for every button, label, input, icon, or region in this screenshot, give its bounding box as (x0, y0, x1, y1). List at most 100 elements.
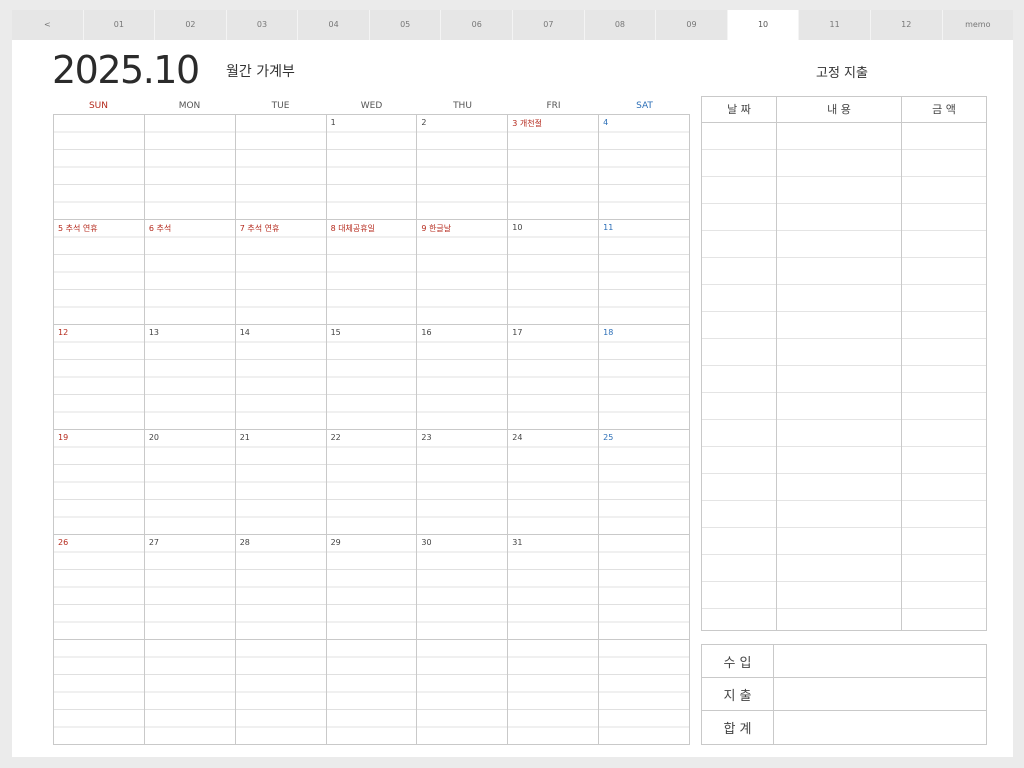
calendar-day-cell[interactable] (599, 640, 690, 745)
day-label: 13 (148, 328, 162, 337)
calendar-day-cell[interactable] (235, 115, 327, 220)
day-label: 3 개천절 (512, 118, 544, 129)
fixed-expense-body[interactable] (702, 123, 986, 630)
calendar-day-cell[interactable]: 5 추석 연휴 (54, 220, 145, 325)
weekday-sat: SAT (636, 101, 653, 111)
tab-month-01[interactable]: 01 (83, 10, 156, 40)
calendar-day-cell[interactable]: 2 (417, 115, 509, 220)
day-label: 24 (512, 433, 525, 442)
calendar-day-cell[interactable]: 6 추석 (144, 220, 236, 325)
day-label: 6 추석 (148, 223, 174, 234)
prev-tab[interactable]: < (12, 10, 84, 40)
income-row: 수 입 (702, 645, 986, 678)
day-label: 11 (603, 223, 616, 232)
weekday-sun: SUN (88, 101, 109, 111)
tab-month-08[interactable]: 08 (584, 10, 657, 40)
calendar-day-cell[interactable]: 15 (326, 325, 418, 430)
calendar-day-cell[interactable]: 19 (54, 430, 145, 535)
date-column[interactable] (702, 123, 777, 630)
weekday-header: SUN MON TUE WED THU FRI SAT (53, 98, 690, 114)
page-subtitle: 월간 가계부 (226, 64, 295, 80)
calendar-day-cell[interactable]: 9 한글날 (417, 220, 509, 325)
tab-month-09[interactable]: 09 (656, 10, 728, 40)
calendar-day-cell[interactable]: 20 (144, 430, 236, 535)
column-header-date: 날 짜 (702, 97, 777, 123)
calendar-day-cell[interactable]: 16 (417, 325, 509, 430)
day-label: 22 (330, 433, 343, 442)
fixed-expense-table: 날 짜 내 용 금 액 (701, 96, 987, 631)
calendar-day-cell[interactable]: 12 (54, 325, 145, 430)
calendar-day-cell[interactable] (326, 640, 418, 745)
calendar-day-cell[interactable]: 29 (326, 535, 418, 640)
calendar-day-cell[interactable]: 26 (54, 535, 145, 640)
income-value-field[interactable] (774, 645, 986, 677)
calendar-day-cell[interactable] (144, 115, 236, 220)
day-label: 25 (603, 433, 616, 442)
calendar-day-cell[interactable] (144, 640, 236, 745)
calendar-day-cell[interactable]: 11 (599, 220, 690, 325)
tab-month-06[interactable]: 06 (441, 10, 514, 40)
calendar-day-cell[interactable]: 10 (508, 220, 600, 325)
calendar-day-cell[interactable]: 24 (508, 430, 600, 535)
total-row: 합 계 (702, 711, 986, 744)
day-label: 9 한글날 (421, 223, 454, 234)
day-label: 12 (58, 328, 71, 337)
calendar-day-cell[interactable]: 14 (235, 325, 327, 430)
day-label: 26 (58, 538, 71, 547)
calendar-day-cell[interactable] (417, 640, 509, 745)
calendar-day-cell[interactable]: 27 (144, 535, 236, 640)
calendar-day-cell[interactable] (235, 640, 327, 745)
day-label: 8 대체공휴일 (330, 223, 377, 234)
content-column[interactable] (777, 123, 902, 630)
calendar-day-cell[interactable]: 1 (326, 115, 418, 220)
calendar-day-cell[interactable]: 21 (235, 430, 327, 535)
expense-row: 지 출 (702, 678, 986, 711)
day-label: 16 (421, 328, 434, 337)
day-label: 27 (148, 538, 162, 547)
income-label: 수 입 (702, 645, 774, 677)
day-label: 30 (421, 538, 434, 547)
month-tab-bar: <01 02 03 04 05 06 07 08 09 10 11 12 memo (12, 10, 1014, 40)
month-calendar-grid: 123 개천절 4 5 추석 연휴 6 추석 7 추석 연휴 8 대체공휴일 9 한글날 10… (53, 114, 690, 745)
tab-month-11[interactable]: 11 (799, 10, 871, 40)
tab-month-07[interactable]: 07 (513, 10, 585, 40)
calendar-day-cell[interactable]: 4 (599, 115, 690, 220)
tab-month-04[interactable]: 04 (298, 10, 370, 40)
tab-month-05[interactable]: 05 (369, 10, 442, 40)
calendar-day-cell[interactable]: 8 대체공휴일 (326, 220, 418, 325)
calendar-day-cell[interactable]: 13 (144, 325, 236, 430)
calendar-day-cell[interactable]: 3 개천절 (508, 115, 600, 220)
column-header-amount: 금 액 (932, 103, 956, 116)
calendar-day-cell[interactable] (508, 640, 600, 745)
tab-month-03[interactable]: 03 (226, 10, 299, 40)
calendar-day-cell[interactable]: 23 (417, 430, 509, 535)
calendar-day-cell[interactable] (54, 115, 145, 220)
total-value-field[interactable] (774, 711, 986, 744)
day-label: 1 (330, 118, 338, 127)
calendar-day-cell[interactable]: 28 (235, 535, 327, 640)
weekday-tue: TUE (271, 101, 290, 111)
day-label: 19 (58, 433, 71, 442)
calendar-day-cell[interactable] (54, 640, 145, 745)
weekday-mon: MON (178, 101, 201, 111)
amount-column[interactable] (902, 123, 986, 630)
day-label: 20 (148, 433, 162, 442)
calendar-day-cell[interactable] (599, 535, 690, 640)
tab-month-12[interactable]: 12 (870, 10, 943, 40)
calendar-day-cell[interactable]: 30 (417, 535, 509, 640)
day-label: 7 추석 연휴 (239, 223, 282, 234)
calendar-day-cell[interactable]: 17 (508, 325, 600, 430)
calendar-day-cell[interactable]: 7 추석 연휴 (235, 220, 327, 325)
tab-month-02[interactable]: 02 (155, 10, 227, 40)
calendar-day-cell[interactable]: 18 (599, 325, 690, 430)
expense-label: 지 출 (702, 678, 774, 710)
tab-memo[interactable]: memo (942, 10, 1014, 40)
budget-sheet: 2025.10 월간 가계부 고정 지출 SUN MON TUE WED THU FRI S… (12, 40, 1013, 757)
calendar-day-cell[interactable]: 25 (599, 430, 690, 535)
expense-value-field[interactable] (774, 678, 986, 710)
calendar-day-cell[interactable]: 22 (326, 430, 418, 535)
day-label: 18 (603, 328, 616, 337)
day-label: 4 (603, 118, 611, 127)
calendar-day-cell[interactable]: 31 (508, 535, 600, 640)
tab-month-10[interactable]: 10 (727, 10, 800, 40)
